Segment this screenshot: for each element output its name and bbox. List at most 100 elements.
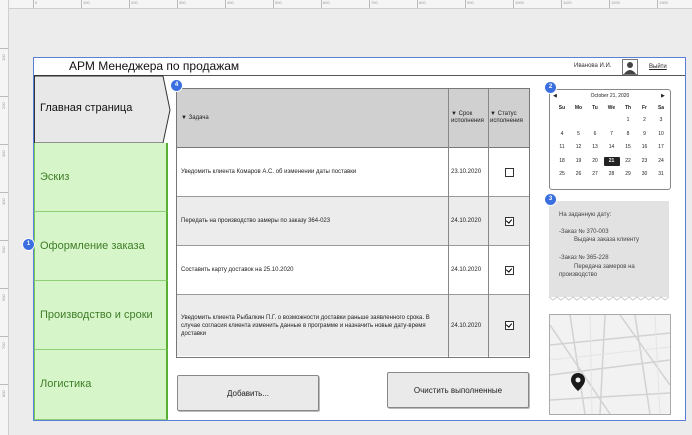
annotation-badge-4: 4: [171, 80, 182, 91]
calendar-day[interactable]: 9: [637, 130, 653, 139]
map-streets-icon: [550, 315, 670, 414]
sidebar-item-sketch[interactable]: Эскиз: [34, 143, 168, 212]
calendar-weekday: Mo: [574, 105, 583, 111]
calendar-day[interactable]: 13: [587, 143, 603, 152]
table-row[interactable]: Составить карту доставок на 25.10.2020 2…: [177, 246, 529, 295]
sidebar-item-production[interactable]: Производство и сроки: [34, 281, 168, 350]
ruler-tick-label: 700: [0, 336, 8, 349]
ruler-tick-label: 800: [0, 384, 8, 397]
app-title: АРМ Менеджера по продажам: [69, 59, 240, 73]
column-header-status[interactable]: ▼ Статус исполнения: [490, 89, 528, 147]
sidebar-item-order[interactable]: Оформление заказа: [34, 212, 168, 281]
calendar-day[interactable]: 30: [637, 170, 653, 179]
calendar-day[interactable]: 2: [637, 116, 653, 125]
logout-link[interactable]: Выйти: [649, 64, 667, 70]
calendar-day[interactable]: 1: [620, 116, 636, 125]
sidebar-item-label: Производство и сроки: [40, 309, 153, 321]
column-header-due[interactable]: ▼ Срок исполнения: [451, 89, 489, 147]
ruler-tick-label: 100: [0, 48, 8, 61]
status-checkbox[interactable]: [504, 216, 514, 226]
calendar-day[interactable]: 11: [554, 143, 570, 152]
task-cell: Уведомить клиента Комаров А.С. об измене…: [181, 169, 357, 175]
table-row[interactable]: Уведомить клиента Рыбалкин П.Г. о возмож…: [177, 295, 529, 356]
calendar-day[interactable]: 6: [587, 130, 603, 139]
daily-note: На заданную дату: -Заказ № 370-003 Выдач…: [549, 201, 669, 301]
app-window: АРМ Менеджера по продажам Иванова И.И. В…: [33, 57, 686, 421]
sidebar-item-label: Эскиз: [40, 171, 70, 183]
calendar-day[interactable]: 16: [637, 143, 653, 152]
calendar-day[interactable]: 15: [620, 143, 636, 152]
clear-completed-button[interactable]: Очистить выполненные: [387, 372, 529, 408]
add-task-button[interactable]: Добавить...: [177, 375, 319, 411]
calendar-day[interactable]: 28: [604, 170, 620, 179]
ruler-tick-label: 200: [0, 96, 8, 109]
calendar-day[interactable]: 10: [653, 130, 669, 139]
status-cell: [490, 148, 528, 196]
ruler-tick-label: 0: [33, 0, 37, 8]
note-order-1: -Заказ № 370-003: [559, 229, 609, 235]
status-checkbox[interactable]: [504, 167, 514, 177]
ruler-tick-label: 200: [129, 0, 138, 8]
table-row[interactable]: Передать на производство замеры по заказ…: [177, 197, 529, 246]
calendar-day[interactable]: 22: [620, 157, 636, 166]
calendar-day[interactable]: 26: [571, 170, 587, 179]
status-checkbox[interactable]: [504, 321, 514, 330]
map-pin-icon[interactable]: [571, 373, 585, 391]
note-heading: На заданную дату:: [559, 212, 612, 218]
calendar-day[interactable]: 25: [554, 170, 570, 179]
calendar-title: October 21, 2020: [590, 93, 630, 99]
calendar-day[interactable]: 4: [554, 130, 570, 139]
calendar-day[interactable]: 5: [571, 130, 587, 139]
user-avatar-icon[interactable]: [622, 59, 638, 75]
task-table: ▼ Задача ▼ Срок исполнения ▼ Статус испо…: [176, 88, 530, 358]
calendar-day[interactable]: 18: [554, 157, 570, 166]
column-divider: [488, 89, 489, 357]
calendar-day[interactable]: 12: [571, 143, 587, 152]
calendar-day[interactable]: 20: [587, 157, 603, 166]
ruler-tick-label: 400: [0, 192, 8, 205]
calendar-day[interactable]: 24: [653, 157, 669, 166]
calendar-day[interactable]: 14: [604, 143, 620, 152]
task-cell: Передать на производство замеры по заказ…: [181, 218, 331, 224]
delivery-map[interactable]: [549, 314, 671, 415]
ruler-tick-label: 800: [417, 0, 426, 8]
ruler-tick-label: 300: [177, 0, 186, 8]
sidebar-item-label: Оформление заказа: [40, 240, 145, 252]
table-header: ▼ Задача ▼ Срок исполнения ▼ Статус испо…: [177, 89, 529, 148]
column-header-task[interactable]: ▼ Задача: [181, 89, 441, 147]
calendar-weekday: Fr: [642, 105, 647, 111]
calendar-day[interactable]: 8: [620, 130, 636, 139]
calendar-day-selected[interactable]: 21: [603, 156, 620, 166]
calendar-day[interactable]: 27: [587, 170, 603, 179]
ruler-tick-label: 100: [81, 0, 90, 8]
sidebar-item-home[interactable]: Главная страница: [34, 75, 171, 144]
ruler-tick-label: 300: [0, 144, 8, 157]
table-row[interactable]: Уведомить клиента Комаров А.С. об измене…: [177, 148, 529, 197]
status-cell: [490, 246, 528, 294]
due-cell: 23.10.2020: [451, 169, 482, 175]
sidebar-item-label: Логистика: [40, 378, 92, 390]
annotation-badge-1: 1: [23, 239, 34, 250]
ruler-tick-label: 700: [369, 0, 378, 8]
task-cell: Составить карту доставок на 25.10.2020: [181, 267, 294, 273]
column-divider: [448, 89, 449, 357]
calendar-day[interactable]: 31: [653, 170, 669, 179]
note-order-2-detail: Передача замеров на: [574, 264, 635, 270]
annotation-badge-2: 2: [545, 82, 556, 93]
user-name: Иванова И.И.: [574, 63, 612, 69]
calendar-day[interactable]: 19: [571, 157, 587, 166]
calendar-day[interactable]: 23: [637, 157, 653, 166]
ruler-tick-label: 1100: [561, 0, 572, 8]
calendar-day[interactable]: 3: [653, 116, 669, 125]
calendar-day[interactable]: 29: [620, 170, 636, 179]
sidebar-item-logistics[interactable]: Логистика: [34, 350, 168, 420]
calendar-day[interactable]: 7: [604, 130, 620, 139]
status-checkbox[interactable]: [504, 265, 514, 275]
calendar-day[interactable]: 17: [653, 143, 669, 152]
note-order-2-detail-2: производство: [559, 272, 598, 278]
ruler-tick-label: 900: [465, 0, 474, 8]
ruler-tick-label: 1200: [609, 0, 620, 8]
due-cell: 24.10.2020: [451, 218, 482, 224]
calendar-next-icon[interactable]: ▶: [661, 90, 665, 102]
ruler-tick-label: 500: [0, 240, 8, 253]
